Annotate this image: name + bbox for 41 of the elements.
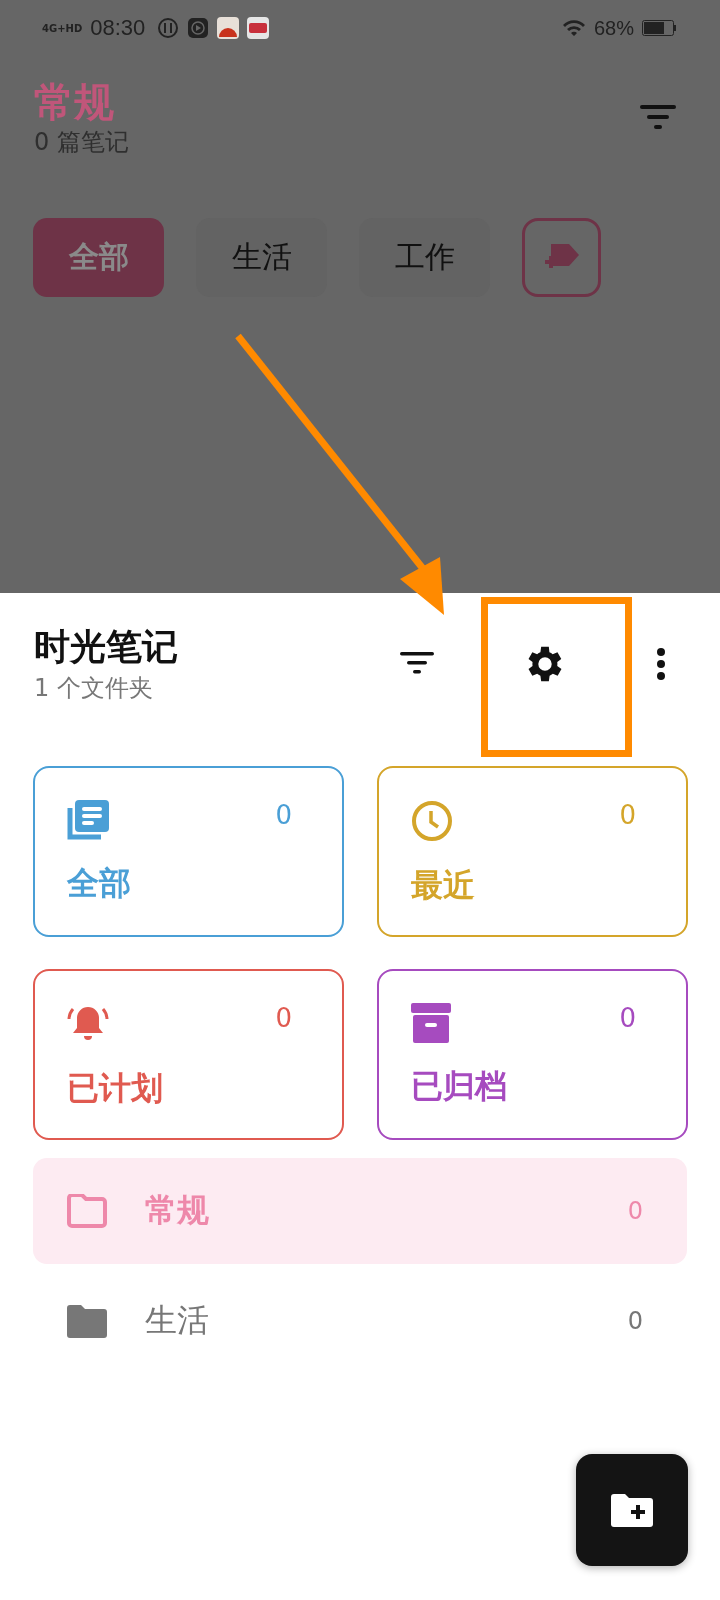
folder-outline-icon [67, 1194, 107, 1228]
folder-count: 0 [627, 1307, 643, 1335]
folder-item[interactable]: 常规 0 [33, 1158, 687, 1264]
tag-chip[interactable]: 全部 [33, 218, 164, 297]
wifi-icon [561, 19, 586, 37]
card-label: 全部 [67, 863, 132, 904]
card-label: 最近 [411, 865, 476, 906]
folder-count: 0 [627, 1197, 643, 1225]
folder-icon [67, 1304, 107, 1338]
folder-plus-icon [611, 1493, 653, 1527]
notes-icon [67, 800, 109, 840]
category-card[interactable]: 0 最近 [377, 766, 688, 937]
folder-item[interactable]: 生活 0 [33, 1268, 687, 1374]
category-card[interactable]: 0 已计划 [33, 969, 344, 1140]
clock-time: 08:30 [90, 15, 146, 41]
battery-icon [642, 20, 676, 36]
category-card[interactable]: 0 已归档 [377, 969, 688, 1140]
archive-box-icon [411, 1003, 451, 1043]
card-count: 0 [619, 800, 636, 830]
card-count: 0 [275, 800, 292, 830]
folder-name: 常规 [145, 1190, 210, 1231]
card-count: 0 [275, 1003, 292, 1033]
more-icon[interactable] [656, 646, 666, 681]
network-label: 4G+HD [42, 21, 83, 35]
filter-icon[interactable] [400, 651, 434, 676]
clock-icon [411, 800, 453, 842]
tag-chip[interactable]: 生活 [196, 218, 327, 297]
battery-percent: 68% [593, 16, 634, 40]
folder-name: 生活 [145, 1300, 210, 1341]
card-label: 已计划 [67, 1068, 164, 1109]
play-icon [187, 17, 210, 39]
category-card[interactable]: 0 全部 [33, 766, 344, 937]
card-label: 已归档 [411, 1066, 508, 1107]
app-icon [247, 17, 270, 39]
folder-title: 常规 [34, 78, 115, 126]
app-title: 时光笔记 [34, 625, 178, 669]
transfer-icon [157, 17, 180, 39]
app-icon [217, 17, 240, 39]
folder-count: 1 个文件夹 [34, 673, 154, 704]
card-count: 0 [619, 1003, 636, 1033]
new-folder-button[interactable] [576, 1454, 688, 1566]
